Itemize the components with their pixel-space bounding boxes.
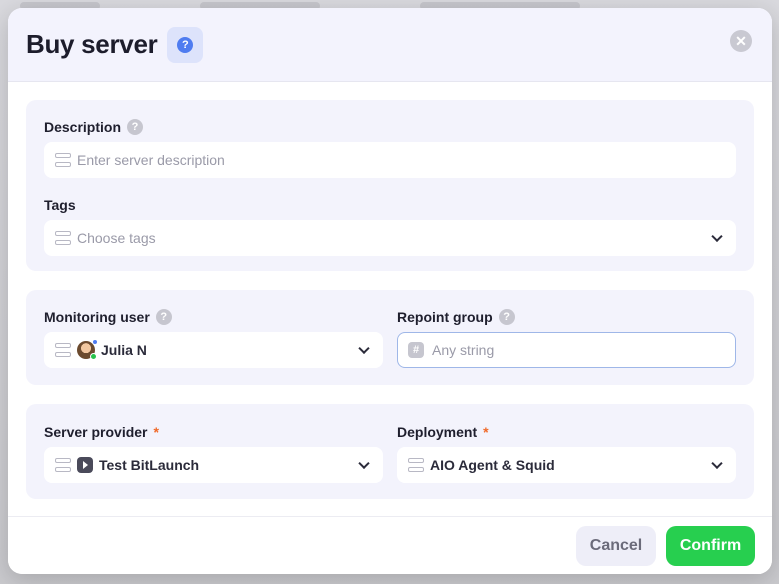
- deployment-select[interactable]: AIO Agent & Squid: [397, 447, 736, 483]
- monitoring-row: Monitoring user ? Julia N Repoint group …: [44, 306, 736, 368]
- chevron-down-icon: [358, 457, 370, 470]
- monitoring-user-label: Monitoring user ?: [44, 306, 383, 328]
- server-stack-icon: [55, 231, 71, 245]
- deployment-label-text: Deployment: [397, 424, 478, 440]
- hash-icon: #: [408, 342, 424, 358]
- deployment-col: Deployment * AIO Agent & Squid: [397, 421, 736, 483]
- monitoring-user-value: Julia N: [101, 342, 147, 358]
- chevron-down-icon: [711, 230, 723, 243]
- section-general: Description ? Enter server description T…: [26, 100, 754, 271]
- repoint-group-label: Repoint group ?: [397, 306, 736, 328]
- bitlaunch-icon: [77, 457, 93, 473]
- modal-header: Buy server ? ✕: [8, 8, 772, 82]
- help-circle-icon: ?: [177, 36, 194, 53]
- help-circle-icon[interactable]: ?: [498, 309, 515, 325]
- server-provider-label-text: Server provider: [44, 424, 148, 440]
- server-provider-select[interactable]: Test BitLaunch: [44, 447, 383, 483]
- deployment-label: Deployment *: [397, 421, 736, 443]
- section-monitoring: Monitoring user ? Julia N Repoint group …: [26, 290, 754, 385]
- avatar-badge: [92, 339, 98, 345]
- tags-select[interactable]: Choose tags: [44, 220, 736, 256]
- required-mark: *: [483, 424, 489, 440]
- close-icon[interactable]: ✕: [730, 30, 752, 52]
- repoint-group-placeholder: Any string: [432, 342, 495, 358]
- modal-footer: Cancel Confirm: [8, 516, 772, 574]
- server-stack-icon: [55, 458, 71, 472]
- description-label: Description ?: [44, 116, 736, 138]
- modal-body: Description ? Enter server description T…: [8, 82, 772, 499]
- cancel-button[interactable]: Cancel: [576, 525, 656, 566]
- confirm-button[interactable]: Confirm: [666, 525, 755, 566]
- server-stack-icon: [55, 153, 71, 167]
- chevron-down-icon: [358, 342, 370, 355]
- server-provider-label: Server provider *: [44, 421, 383, 443]
- monitoring-user-select[interactable]: Julia N: [44, 332, 383, 368]
- help-circle-icon[interactable]: ?: [155, 309, 172, 325]
- chevron-down-icon: [711, 457, 723, 470]
- repoint-group-label-text: Repoint group: [397, 309, 493, 325]
- deployment-row: Server provider * Test BitLaunch Deploym…: [44, 421, 736, 483]
- modal-title: Buy server: [26, 29, 158, 59]
- server-stack-icon: [408, 458, 424, 472]
- server-stack-icon: [55, 343, 71, 357]
- server-provider-value: Test BitLaunch: [99, 457, 200, 473]
- required-mark: *: [153, 424, 159, 440]
- repoint-group-col: Repoint group ? # Any string: [397, 306, 736, 368]
- description-label-text: Description: [44, 119, 122, 135]
- monitoring-user-label-text: Monitoring user: [44, 309, 150, 325]
- user-avatar: [77, 339, 98, 360]
- buy-server-modal: Buy server ? ✕ Description ? Enter serve…: [8, 8, 772, 574]
- tags-placeholder: Choose tags: [77, 230, 156, 246]
- repoint-group-input[interactable]: # Any string: [397, 332, 736, 368]
- tags-label: Tags: [44, 194, 736, 216]
- help-circle-icon[interactable]: ?: [127, 119, 144, 135]
- online-status-dot: [90, 353, 97, 360]
- section-deployment: Server provider * Test BitLaunch Deploym…: [26, 404, 754, 499]
- description-input[interactable]: Enter server description: [44, 142, 736, 178]
- title-help-button[interactable]: ?: [167, 26, 204, 63]
- deployment-value: AIO Agent & Squid: [430, 457, 555, 473]
- server-provider-col: Server provider * Test BitLaunch: [44, 421, 383, 483]
- monitoring-user-col: Monitoring user ? Julia N: [44, 306, 383, 368]
- tags-label-text: Tags: [44, 197, 76, 213]
- description-placeholder: Enter server description: [77, 152, 225, 168]
